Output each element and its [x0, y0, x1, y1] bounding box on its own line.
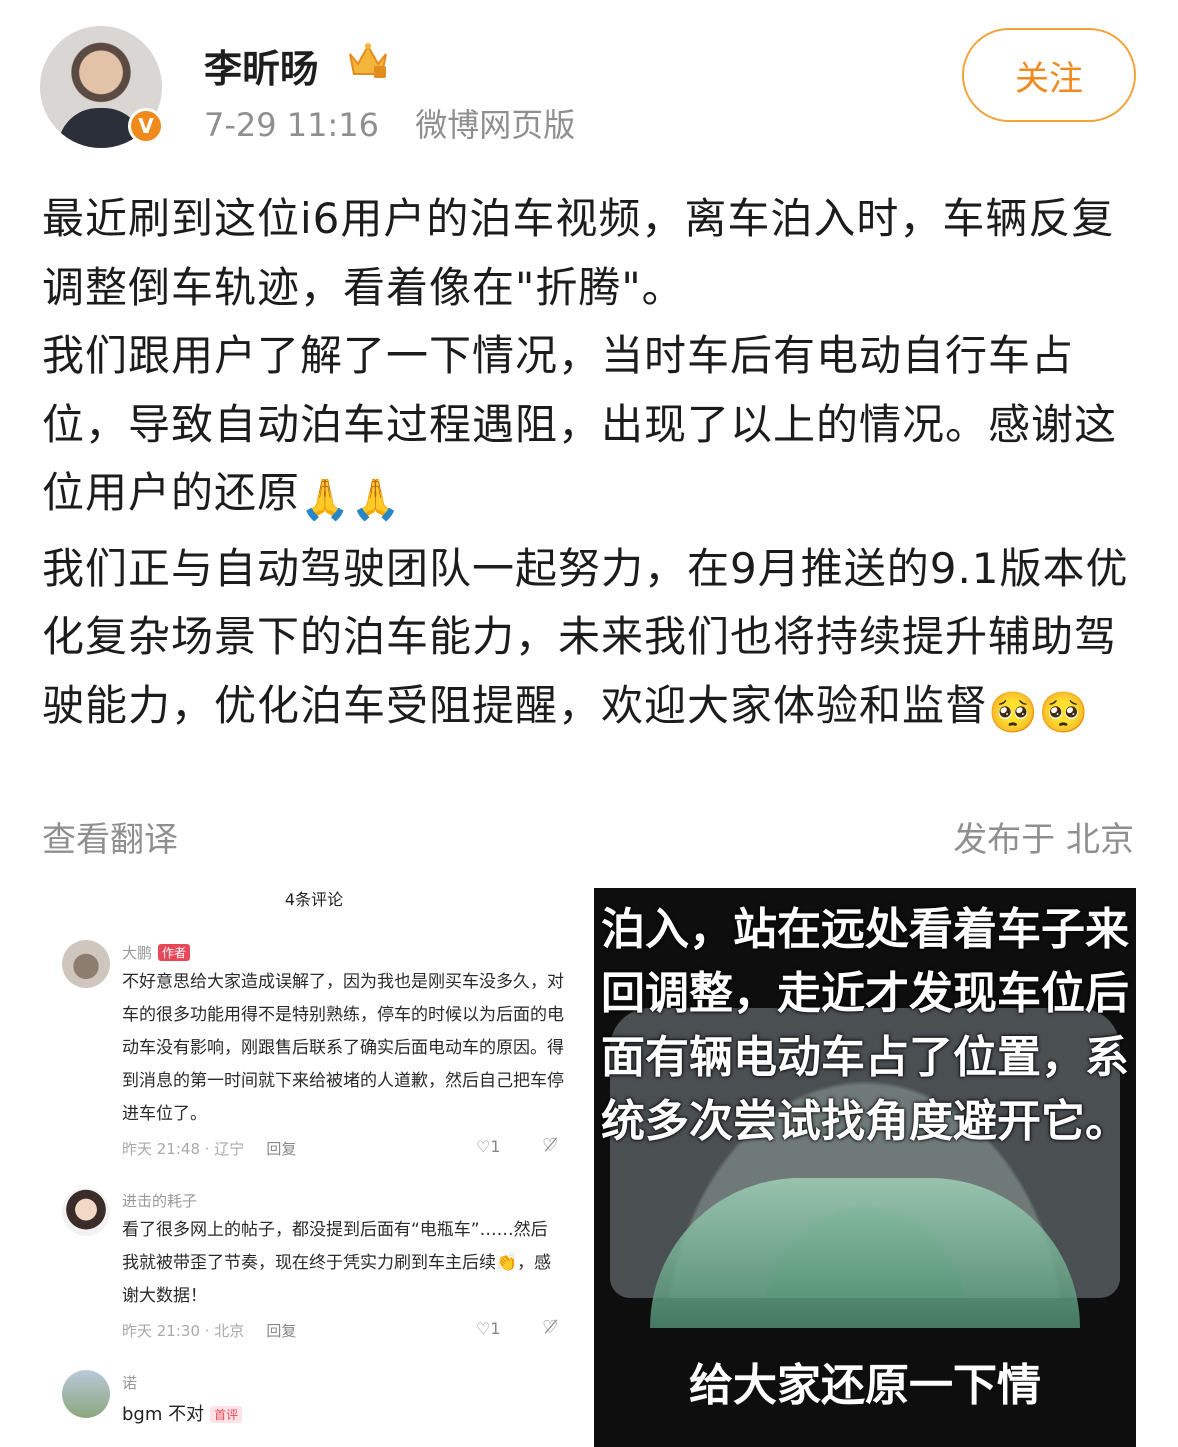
comment-time: 昨天 21:30 · 北京	[122, 1322, 245, 1340]
post-paragraph-1: 最近刷到这位i6用户的泊车视频，离车泊入时，车辆反复调整倒车轨迹，看着像在"折腾…	[42, 194, 1115, 312]
comment-item: 进击的耗子 看了很多网上的帖子，都没提到后面有“电瓶车”……然后我就被带歪了节奏…	[62, 1188, 566, 1348]
pleading-emoji-icon: 🥺🥺	[988, 689, 1090, 736]
comments-screenshot[interactable]: 4条评论 大鹏 作者 不好意思给大家造成误解了，因为我也是刚买车没多久，对车的很多…	[44, 870, 584, 1447]
comment-footer: 昨天 21:30 · 北京 回复	[122, 1320, 296, 1341]
heart-icon: ♡	[476, 1137, 491, 1156]
comment-item: 大鹏 作者 不好意思给大家造成误解了，因为我也是刚买车没多久，对车的很多功能用得不…	[62, 940, 566, 1170]
author-tag: 作者	[158, 944, 191, 961]
comment-text: 不好意思给大家造成误解了，因为我也是刚买车没多久，对车的很多功能用得不是特别熟练…	[122, 972, 564, 1124]
car-hood-image	[650, 1178, 1080, 1328]
comment-author[interactable]: 进击的耗子	[122, 1190, 197, 1211]
comment-avatar[interactable]	[62, 1188, 110, 1236]
video-caption-bottom: 给大家还原一下情	[689, 1360, 1041, 1411]
like-button[interactable]: ♡1	[476, 1137, 501, 1156]
first-comment-tag: 首评	[210, 1406, 243, 1423]
post-body: 最近刷到这位i6用户的泊车视频，离车泊入时，车辆反复调整倒车轨迹，看着像在"折腾…	[42, 185, 1142, 747]
reply-button[interactable]: 回复	[266, 1140, 296, 1158]
post-meta: 7-29 11:16 微博网页版	[204, 100, 601, 146]
verified-badge-icon: V	[128, 108, 164, 144]
comment-text-body: bgm 不对	[122, 1404, 205, 1425]
translate-link[interactable]: 查看翻译	[42, 812, 178, 861]
pray-emoji-icon: 🙏🙏	[300, 477, 402, 523]
comment-author[interactable]: 大鹏 作者	[122, 942, 191, 963]
comments-title: 4条评论	[284, 890, 344, 909]
comment-text: bgm 不对 首评	[122, 1400, 243, 1426]
like-count: 1	[490, 1137, 501, 1156]
like-count: 1	[490, 1319, 501, 1338]
like-button[interactable]: ♡1	[476, 1319, 501, 1338]
comment-author-name: 大鹏	[122, 944, 153, 962]
username[interactable]: 李昕旸	[204, 38, 318, 93]
comment-time: 昨天 21:48 · 辽宁	[122, 1140, 245, 1158]
heart-icon: ♡	[476, 1319, 491, 1338]
reply-button[interactable]: 回复	[266, 1322, 296, 1340]
comment-avatar[interactable]	[62, 1370, 110, 1418]
post-paragraph-2: 我们跟用户了解了一下情况，当时车后有电动自行车占位，导致自动泊车过程遇阻，出现了…	[42, 322, 1142, 535]
comment-author-name: 诺	[122, 1374, 138, 1392]
post-paragraph-3-text: 我们正与自动驾驶团队一起努力，在9月推送的9.1版本优化复杂场景下的泊车能力，未…	[42, 543, 1129, 730]
dislike-icon[interactable]: ♡̸	[542, 1317, 558, 1338]
comment-avatar[interactable]	[62, 940, 110, 988]
post-paragraph-3: 我们正与自动驾驶团队一起努力，在9月推送的9.1版本优化复杂场景下的泊车能力，未…	[42, 535, 1142, 748]
follow-button[interactable]: 关注	[962, 28, 1136, 122]
post-timestamp: 7-29 11:16	[204, 106, 380, 144]
comment-author[interactable]: 诺	[122, 1372, 137, 1393]
dislike-icon[interactable]: ♡̸	[542, 1135, 558, 1156]
comment-text: 看了很多网上的帖子，都没提到后面有“电瓶车”……然后我就被带歪了节奏，现在终于凭…	[122, 1220, 552, 1306]
post-location: 发布于 北京	[953, 820, 1134, 860]
comment-item: 诺 bgm 不对 首评	[62, 1370, 566, 1430]
vip-crown-icon	[349, 43, 387, 78]
video-screenshot[interactable]: 泊入，站在远处看着车子来回调整，走近才发现车位后面有辆电动车占了位置，系统多次尝…	[594, 888, 1136, 1447]
post-source[interactable]: 微博网页版	[415, 106, 575, 144]
comment-footer: 昨天 21:48 · 辽宁 回复	[122, 1138, 296, 1159]
comment-author-name: 进击的耗子	[122, 1192, 198, 1210]
post-paragraph-2-text: 我们跟用户了解了一下情况，当时车后有电动自行车占位，导致自动泊车过程遇阻，出现了…	[42, 331, 1118, 517]
video-caption: 泊入，站在远处看着车子来回调整，走近才发现车位后面有辆电动车占了位置，系统多次尝…	[601, 904, 1129, 1147]
